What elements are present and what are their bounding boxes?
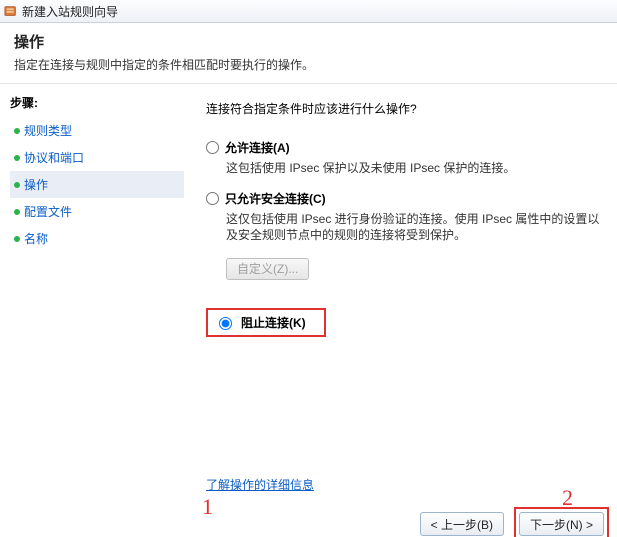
content-panel: 连接符合指定条件时应该进行什么操作? 允许连接(A) 这包括使用 IPsec 保… [184, 84, 617, 537]
step-protocol-port[interactable]: 协议和端口 [10, 144, 184, 171]
option-secure-desc: 这仅包括使用 IPsec 进行身份验证的连接。使用 IPsec 属性中的设置以及… [226, 211, 609, 243]
step-action[interactable]: 操作 [10, 171, 184, 198]
customize-button: 自定义(Z)... [226, 258, 309, 280]
titlebar: 新建入站规则向导 [0, 0, 617, 23]
step-rule-type[interactable]: 规则类型 [10, 117, 184, 144]
page-title: 操作 [14, 31, 603, 52]
back-button[interactable]: < 上一步(B) [420, 512, 504, 536]
step-dot-icon [14, 182, 20, 188]
step-dot-icon [14, 209, 20, 215]
learn-more-link[interactable]: 了解操作的详细信息 [206, 476, 314, 493]
wizard-window: 新建入站规则向导 操作 指定在连接与规则中指定的条件相匹配时要执行的操作。 步骤… [0, 0, 617, 537]
option-secure-label: 只允许安全连接(C) [225, 190, 326, 207]
page-description: 指定在连接与规则中指定的条件相匹配时要执行的操作。 [14, 56, 603, 73]
app-icon [4, 4, 18, 18]
steps-label: 步骤: [10, 90, 184, 117]
step-profile[interactable]: 配置文件 [10, 198, 184, 225]
next-button[interactable]: 下一步(N) > [519, 512, 604, 536]
annotation-2: 2 [562, 485, 573, 511]
option-secure-row: 只允许安全连接(C) [206, 190, 609, 207]
window-title: 新建入站规则向导 [22, 3, 118, 20]
option-allow-desc: 这包括使用 IPsec 保护以及未使用 IPsec 保护的连接。 [226, 160, 609, 176]
body: 步骤: 规则类型 协议和端口 操作 配置文件 名称 [0, 84, 617, 537]
step-dot-icon [14, 155, 20, 161]
step-label: 名称 [24, 230, 48, 247]
radio-secure[interactable] [206, 192, 219, 205]
option-block-highlight: 阻止连接(K) [206, 308, 326, 337]
steps-sidebar: 步骤: 规则类型 协议和端口 操作 配置文件 名称 [0, 84, 184, 537]
radio-block[interactable] [219, 317, 232, 330]
step-label: 协议和端口 [24, 149, 84, 166]
option-block-label: 阻止连接(K) [241, 314, 306, 331]
annotation-1: 1 [202, 494, 213, 520]
step-label: 操作 [24, 176, 48, 193]
option-allow-label: 允许连接(A) [225, 139, 290, 156]
nav-buttons-bar: 2 < 上一步(B) 下一步(N) > [420, 507, 609, 537]
content-prompt: 连接符合指定条件时应该进行什么操作? [206, 100, 609, 117]
radio-allow[interactable] [206, 141, 219, 154]
step-label: 规则类型 [24, 122, 72, 139]
step-dot-icon [14, 128, 20, 134]
step-dot-icon [14, 236, 20, 242]
step-name[interactable]: 名称 [10, 225, 184, 252]
step-label: 配置文件 [24, 203, 72, 220]
next-button-highlight: 下一步(N) > [514, 507, 609, 537]
header: 操作 指定在连接与规则中指定的条件相匹配时要执行的操作。 [0, 23, 617, 84]
option-allow-row: 允许连接(A) [206, 139, 609, 156]
